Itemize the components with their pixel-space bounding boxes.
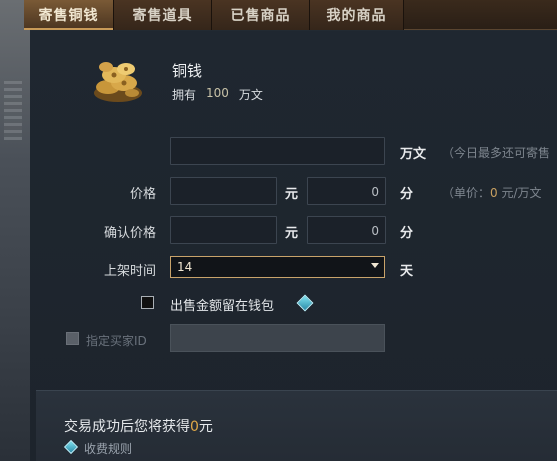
fee-rules-link[interactable]: 收费规则 bbox=[84, 440, 132, 457]
tab-consign-items[interactable]: 寄售道具 bbox=[114, 0, 212, 30]
gain-suffix: 元 bbox=[198, 419, 213, 435]
coin-pile-icon bbox=[94, 62, 142, 102]
owned-label: 拥有 bbox=[172, 88, 197, 102]
listing-time-unit: 天 bbox=[400, 264, 414, 279]
unit-price-value: 0 bbox=[490, 186, 498, 200]
buyer-id-input[interactable] bbox=[170, 324, 385, 352]
confirm-price-yuan-input[interactable] bbox=[170, 216, 277, 244]
price-fen-unit: 分 bbox=[400, 187, 414, 202]
owned-value: 100 bbox=[206, 86, 229, 100]
chevron-down-icon bbox=[371, 263, 379, 268]
game-scenery-background bbox=[0, 0, 30, 461]
listing-time-select[interactable]: 14 bbox=[170, 256, 385, 278]
listing-time-label: 上架时间 bbox=[103, 264, 156, 279]
designate-buyer-label: 指定买家ID bbox=[86, 334, 147, 348]
confirm-price-fen-unit: 分 bbox=[400, 226, 414, 241]
confirm-price-label: 确认价格 bbox=[103, 226, 156, 241]
unit-price-hint: （单价：0 元/万文 bbox=[442, 184, 542, 201]
unit-price-hint-prefix: （单价： bbox=[442, 186, 491, 200]
item-name: 铜钱 bbox=[172, 62, 203, 80]
price-fen-input[interactable]: 0 bbox=[307, 177, 386, 205]
price-label: 价格 bbox=[129, 187, 156, 202]
amount-limit-hint: （今日最多还可寄售 bbox=[442, 146, 551, 160]
tab-bar: 寄售铜钱 寄售道具 已售商品 我的商品 bbox=[24, 0, 557, 30]
owned-unit: 万文 bbox=[238, 88, 263, 102]
confirm-price-yuan-unit: 元 bbox=[285, 226, 299, 241]
keep-in-wallet-label: 出售金额留在钱包 bbox=[170, 299, 275, 314]
keep-in-wallet-checkbox[interactable] bbox=[141, 296, 154, 309]
price-yuan-unit: 元 bbox=[285, 187, 299, 202]
owned-amount: 拥有 100 万文 bbox=[172, 86, 263, 103]
designate-buyer-checkbox[interactable] bbox=[66, 332, 79, 345]
tab-consign-coins[interactable]: 寄售铜钱 bbox=[24, 0, 114, 30]
listing-time-value: 14 bbox=[177, 260, 193, 274]
amount-unit: 万文 bbox=[400, 147, 427, 162]
consign-window: 寄售铜钱 寄售道具 已售商品 我的商品 铜钱 拥有 100 万文 万文 （今日最… bbox=[0, 0, 557, 461]
price-yuan-input[interactable] bbox=[170, 177, 277, 205]
tab-my-goods[interactable]: 我的商品 bbox=[310, 0, 404, 30]
amount-input[interactable] bbox=[170, 137, 385, 165]
gain-text: 交易成功后您将获得0元 bbox=[64, 416, 213, 436]
tab-sold-goods[interactable]: 已售商品 bbox=[212, 0, 310, 30]
confirm-price-fen-input[interactable]: 0 bbox=[307, 216, 386, 244]
unit-price-hint-suffix: 元/万文 bbox=[497, 186, 542, 200]
gain-value: 0 bbox=[190, 419, 199, 435]
gain-prefix: 交易成功后您将获得 bbox=[64, 419, 190, 435]
